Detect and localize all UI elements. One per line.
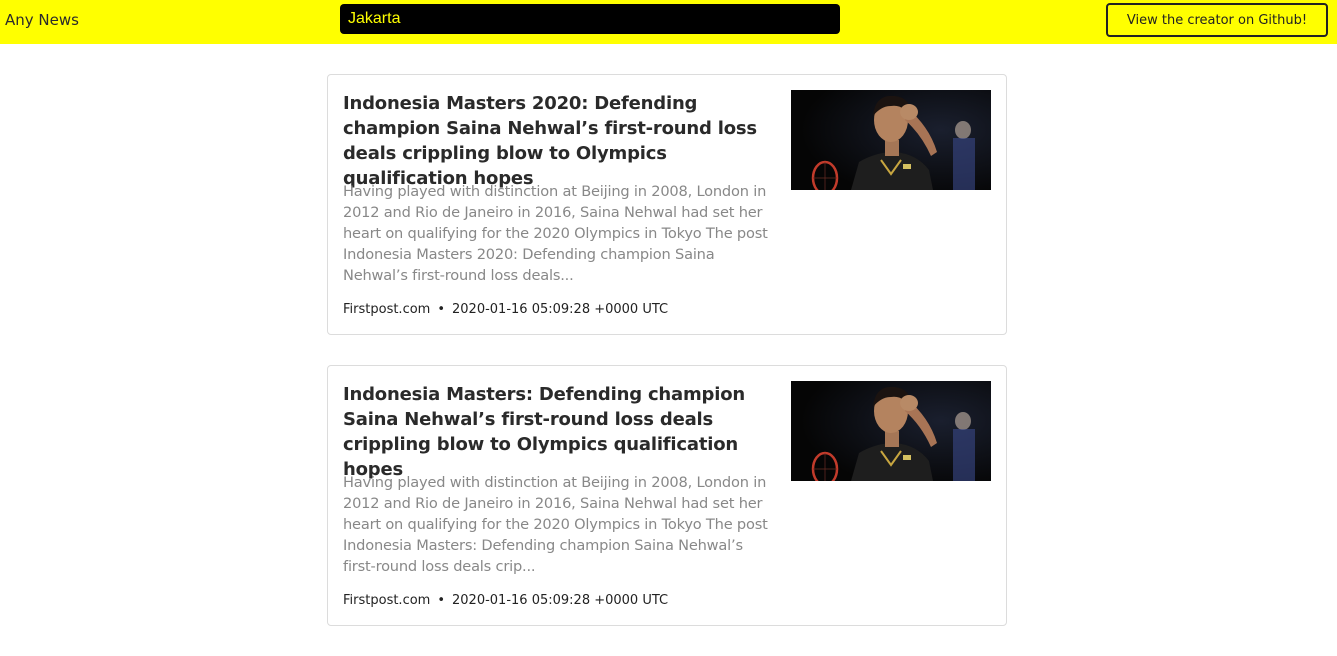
- news-card-title[interactable]: Indonesia Masters 2020: Defending champi…: [343, 91, 775, 191]
- news-card-date: 2020-01-16 05:09:28 +0000 UTC: [452, 302, 669, 317]
- news-card-source: Firstpost.com: [343, 302, 431, 317]
- news-card-title[interactable]: Indonesia Masters: Defending champion Sa…: [343, 382, 775, 482]
- news-card-source: Firstpost.com: [343, 593, 431, 608]
- news-card-description: Having played with distinction at Beijin…: [343, 474, 768, 575]
- news-card-image[interactable]: [791, 381, 991, 481]
- top-navbar: Any News View the creator on Github!: [0, 0, 1337, 44]
- search-input[interactable]: [340, 4, 840, 34]
- news-card-meta: Firstpost.com • 2020-01-16 05:09:28 +0000 …: [343, 593, 668, 608]
- badminton-player-photo-icon: [791, 381, 991, 481]
- news-card-image[interactable]: [791, 90, 991, 190]
- news-card[interactable]: Indonesia Masters 2020: Defending champi…: [327, 74, 1007, 335]
- news-card-description: Having played with distinction at Beijin…: [343, 183, 768, 284]
- news-feed: Indonesia Masters 2020: Defending champi…: [327, 74, 1007, 656]
- news-card-date: 2020-01-16 05:09:28 +0000 UTC: [452, 593, 669, 608]
- meta-separator: •: [437, 302, 446, 317]
- brand-link[interactable]: Any News: [5, 11, 79, 29]
- meta-separator: •: [437, 593, 446, 608]
- github-creator-button[interactable]: View the creator on Github!: [1106, 3, 1328, 37]
- badminton-player-photo-icon: [791, 90, 991, 190]
- news-card[interactable]: Indonesia Masters: Defending champion Sa…: [327, 365, 1007, 626]
- news-card-meta: Firstpost.com • 2020-01-16 05:09:28 +0000 …: [343, 302, 668, 317]
